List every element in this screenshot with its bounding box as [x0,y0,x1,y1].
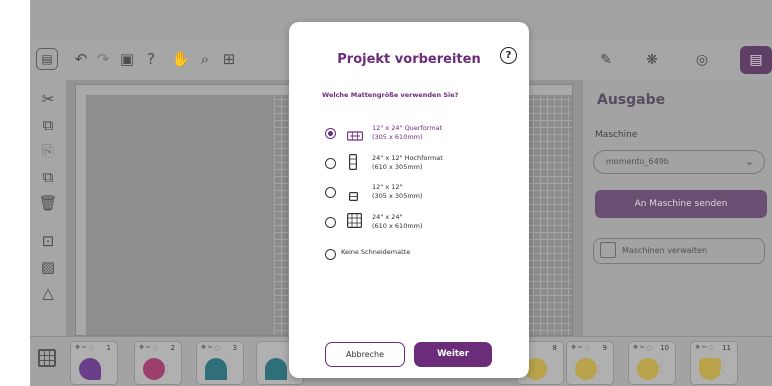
panel-title: Ausgabe [597,92,666,108]
mat-option-24x24[interactable]: 24" x 24" (610 x 610mm) [325,213,505,237]
mat-option-metric: (610 x 610mm) [372,221,423,230]
radio-unselected[interactable] [325,187,336,198]
chevron-down-icon: ⌄ [744,155,754,168]
layer-tools-icon: ✥ ✂ ◌ [633,344,653,351]
mat-option-label: 12" x 12" (305 x 305mm) [372,183,492,200]
machine-select-value: momento_649b [606,157,669,166]
layer-number: 2 [170,344,175,352]
output-tab-icon[interactable]: ▤ [740,46,772,74]
help-icon[interactable]: ? [500,47,517,64]
library-icon[interactable]: ▤ [36,48,58,70]
layer-tools-icon: ✥ ✂ ◌ [75,344,95,351]
group-icon[interactable]: ⊡ [37,230,59,252]
layer-card[interactable]: ✥ ✂ ◌ 3 ⋅ ⋅ ⋅ [196,341,244,385]
select-area-icon[interactable]: ⊞ [218,48,240,70]
mat-option-12x24[interactable]: 12" x 24" Querformat (305 x 610mm) [325,124,505,148]
layer-thumbnail [637,358,659,380]
mat-option-label: 24" x 24" (610 x 610mm) [372,213,492,230]
duplicate-icon[interactable]: ⧉ [37,166,59,188]
next-button[interactable]: Weiter [414,342,492,367]
radio-selected[interactable] [325,128,336,139]
layer-number: 9 [602,344,607,352]
left-toolbar: ✂ ⧉ ⎘ ⧉ 🗑 ⊡ ▨ △ [30,80,67,336]
machine-select[interactable]: momento_649b ⌄ [593,150,765,174]
machine-icon [600,242,616,258]
output-panel: Ausgabe Maschine momento_649b ⌄ An Masch… [582,80,772,336]
shapes-icon[interactable]: △ [37,282,59,304]
landscape-mat-icon [346,126,364,145]
layer-card[interactable]: ✥ ✂ ◌ 1 ⋅ ⋅ ⋅ [70,341,118,385]
undo-icon[interactable]: ↶ [70,48,92,70]
mat-option-label: Keine Schneidematte [341,248,411,256]
ruler-left [76,95,87,335]
zoom-icon[interactable]: ⌕ [194,48,216,70]
layer-tools-icon: ✥ ✂ ◌ [695,344,715,351]
mat-option-none[interactable]: Keine Schneidematte [325,247,505,263]
mat-option-24x12[interactable]: 24" x 12" Hochformat (610 x 305mm) [325,154,505,178]
preview-eye-icon[interactable]: ◎ [690,48,714,72]
radio-unselected[interactable] [325,217,336,228]
layer-tools-icon: ✥ ✂ ◌ [139,344,159,351]
mat-option-label: 12" x 24" Querformat (305 x 610mm) [372,124,492,141]
redo-icon[interactable]: ↷ [92,48,114,70]
layer-thumbnail [205,358,227,380]
mat-option-size: 12" x 24" Querformat [372,124,443,132]
mat-option-size: 24" x 24" [372,213,403,221]
layer-number: 8 [552,344,557,352]
layer-number: 11 [722,344,731,352]
mat-option-metric: (305 x 610mm) [372,132,423,141]
mat-option-12x12[interactable]: 12" x 12" (305 x 305mm) [325,183,505,207]
edit-tab-icon[interactable]: ✎ [594,48,618,72]
layer-number: 10 [660,344,669,352]
layer-card[interactable]: ✥ ✂ ◌ 10 ⋅ ⋅ ⋅ [628,341,676,385]
scissors-icon[interactable]: ✂ [37,88,59,110]
mat-option-metric: (305 x 305mm) [372,191,423,200]
layer-card[interactable]: ✥ ✂ ◌ 9 ⋅ ⋅ ⋅ [566,341,614,385]
mat-option-size: 12" x 12" [372,183,403,191]
layer-number: 1 [106,344,111,352]
layer-options-icon: ⋅ ⋅ ⋅ [723,357,725,376]
dialog-title: Projekt vorbereiten [337,52,481,67]
layer-card[interactable]: ✥ ✂ ◌ 11 ⋅ ⋅ ⋅ [690,341,738,385]
layer-thumbnail [265,358,287,380]
layer-options-icon: ⋅ ⋅ ⋅ [103,357,105,376]
paste-icon[interactable]: ⎘ [37,140,59,162]
image-icon[interactable]: ▨ [37,256,59,278]
radio-unselected[interactable] [325,158,336,169]
help-icon[interactable]: ? [140,48,162,70]
mat-size-question: Welche Mattengröße verwenden Sie? [322,91,459,99]
layer-card[interactable]: ✥ ✂ ◌ 2 ⋅ ⋅ ⋅ [134,341,182,385]
manage-machines-button[interactable]: Maschinen verwalten [593,238,765,264]
machine-label: Maschine [595,130,638,140]
portrait-mat-icon [349,154,358,174]
layers-tab-icon[interactable]: ❋ [640,48,664,72]
prepare-project-dialog: Projekt vorbereiten ? Welche Mattengröße… [289,22,529,378]
delete-icon[interactable]: 🗑 [37,192,59,214]
square-small-mat-icon [349,186,359,205]
layer-options-icon: ⋅ ⋅ ⋅ [167,357,169,376]
layer-tools-icon: ✥ ✂ ◌ [201,344,221,351]
layer-options-icon: ⋅ ⋅ ⋅ [599,357,601,376]
mat-option-size: 24" x 12" Hochformat [372,154,443,162]
layer-options-icon: ⋅ ⋅ ⋅ [229,357,231,376]
layer-thumbnail [699,358,721,380]
grid-view-icon[interactable] [38,349,56,367]
square-large-mat-icon [347,213,363,232]
layer-thumbnail [79,358,101,380]
radio-unselected[interactable] [325,249,336,260]
layer-thumbnail [143,358,165,380]
cancel-button[interactable]: Abbreche [325,342,405,367]
manage-machines-label: Maschinen verwalten [622,246,708,255]
mat-option-metric: (610 x 305mm) [372,162,423,171]
mat-option-label: 24" x 12" Hochformat (610 x 305mm) [372,154,492,171]
layer-thumbnail [575,358,597,380]
send-to-machine-button[interactable]: An Maschine senden [595,190,767,218]
save-icon[interactable]: ▣ [116,48,138,70]
layer-options-icon: ⋅ ⋅ ⋅ [661,357,663,376]
layer-number: 3 [232,344,237,352]
copy-icon[interactable]: ⧉ [37,114,59,136]
pan-hand-icon[interactable]: ✋ [170,48,192,70]
layer-tools-icon: ✥ ✂ ◌ [571,344,591,351]
